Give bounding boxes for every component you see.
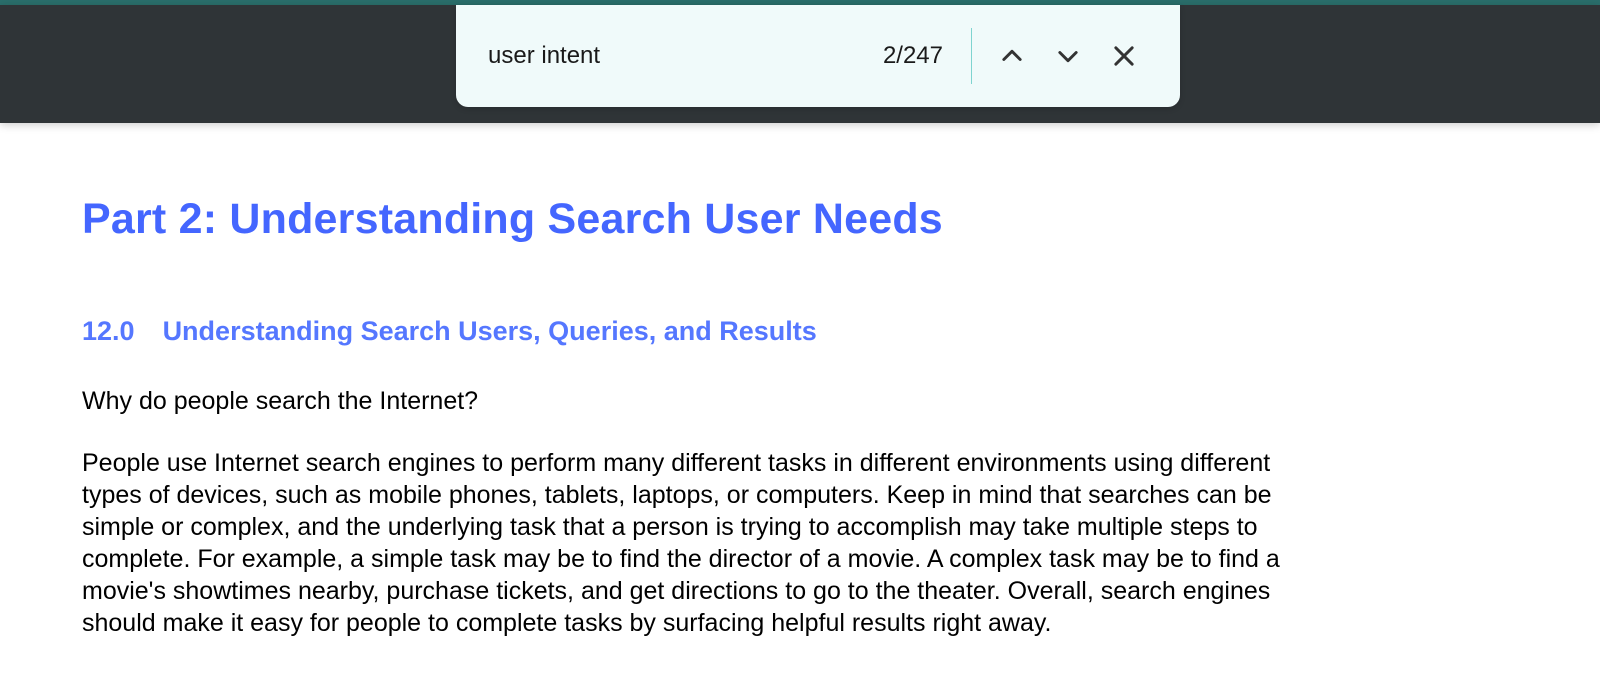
section-title: Understanding Search Users, Queries, and… [163, 316, 817, 346]
find-bar: 2/247 [456, 5, 1180, 107]
section-number: 12.0 [82, 316, 135, 347]
find-previous-button[interactable] [984, 28, 1040, 84]
find-input[interactable] [488, 42, 883, 70]
chevron-up-icon [998, 42, 1026, 70]
body-paragraph: Why do people search the Internet? [82, 385, 1302, 417]
pdf-toolbar: 2/247 [0, 5, 1600, 123]
body-paragraph: People use Internet search engines to pe… [82, 447, 1302, 639]
chevron-down-icon [1054, 42, 1082, 70]
section-heading: 12.0 Understanding Search Users, Queries,… [82, 316, 1518, 347]
find-close-button[interactable] [1096, 28, 1152, 84]
find-next-button[interactable] [1040, 28, 1096, 84]
find-divider [971, 28, 972, 84]
find-match-count: 2/247 [883, 42, 971, 70]
close-icon [1110, 42, 1138, 70]
part-title: Part 2: Understanding Search User Needs [82, 195, 1518, 244]
document-page: Part 2: Understanding Search User Needs … [0, 123, 1600, 639]
